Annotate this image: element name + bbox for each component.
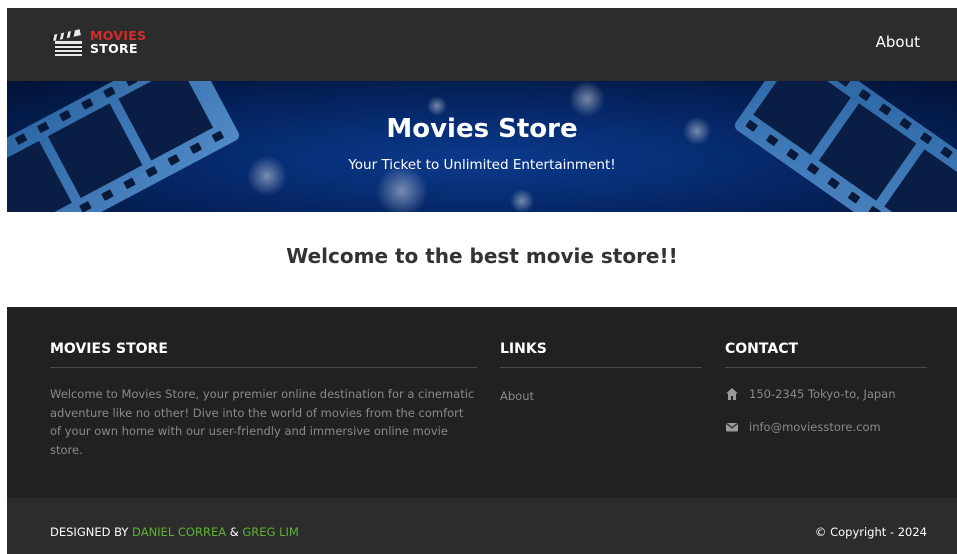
page: MOVIES STORE About Movies Store Your Tic… [7, 8, 957, 554]
footer: MOVIES STORE Welcome to Movies Store, yo… [7, 307, 957, 498]
author-link-daniel[interactable]: DANIEL CORREA [132, 525, 226, 539]
film-reel-background [7, 81, 957, 212]
author-separator: & [229, 525, 239, 539]
navbar: MOVIES STORE About [7, 8, 957, 81]
contact-email: info@moviesstore.com [725, 418, 927, 436]
hero-title: Movies Store [386, 114, 578, 144]
footer-links-column: LINKS About [500, 341, 702, 404]
nav-link-about[interactable]: About [876, 33, 920, 51]
footer-about-text: Welcome to Movies Store, your premier on… [50, 387, 475, 457]
footer-links-heading: LINKS [500, 341, 547, 357]
envelope-icon [726, 423, 738, 432]
site-logo[interactable]: MOVIES STORE [50, 24, 150, 60]
footer-contact-heading: CONTACT [725, 341, 799, 357]
designed-by-label: DESIGNED BY [50, 525, 129, 539]
footer-about-heading: MOVIES STORE [50, 341, 168, 357]
contact-address-text: 150-2345 Tokyo-to, Japan [749, 387, 896, 401]
hero-subtitle: Your Ticket to Unlimited Entertainment! [348, 157, 616, 173]
footer-divider [725, 367, 927, 368]
bottom-bar: DESIGNED BY DANIEL CORREA & GREG LIM © C… [7, 498, 957, 554]
footer-contact-column: CONTACT 150-2345 Tokyo-to, Japan info@mo… [725, 341, 927, 451]
home-icon [726, 388, 738, 400]
designed-by: DESIGNED BY DANIEL CORREA & GREG LIM [50, 525, 299, 539]
author-link-greg[interactable]: GREG LIM [242, 525, 298, 539]
footer-divider [50, 367, 477, 368]
welcome-heading: Welcome to the best movie store!! [286, 244, 678, 268]
clapperboard-icon [50, 29, 82, 56]
hero-banner: Movies Store Your Ticket to Unlimited En… [7, 81, 957, 212]
footer-divider [500, 367, 702, 368]
copyright-text: © Copyright - 2024 [814, 525, 927, 539]
logo-text-store: STORE [90, 41, 138, 56]
footer-about-column: MOVIES STORE Welcome to Movies Store, yo… [50, 341, 477, 459]
contact-email-text[interactable]: info@moviesstore.com [749, 420, 881, 434]
footer-link-about[interactable]: About [500, 389, 534, 403]
contact-address: 150-2345 Tokyo-to, Japan [725, 385, 927, 403]
